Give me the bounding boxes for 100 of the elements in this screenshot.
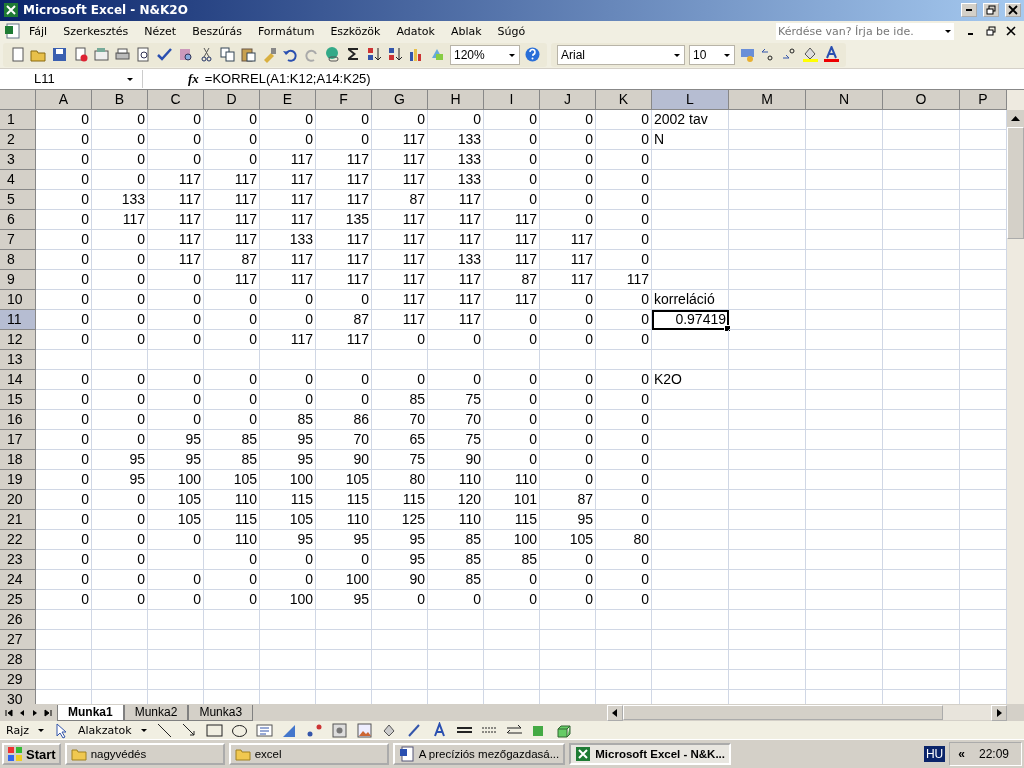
text-box-icon[interactable] xyxy=(255,721,273,739)
column-header[interactable]: L xyxy=(652,89,729,110)
row-header[interactable]: 8 xyxy=(0,249,36,270)
row-header[interactable]: 7 xyxy=(0,229,36,250)
column-header[interactable]: E xyxy=(260,89,316,110)
row-header[interactable]: 20 xyxy=(0,489,36,510)
column-header[interactable]: B xyxy=(92,89,148,110)
row-header[interactable]: 23 xyxy=(0,549,36,570)
line-icon[interactable] xyxy=(155,721,173,739)
row-header[interactable]: 25 xyxy=(0,589,36,610)
paste-icon[interactable] xyxy=(240,46,257,64)
arrow-icon[interactable] xyxy=(180,721,198,739)
close-button[interactable] xyxy=(1005,3,1021,18)
cut-icon[interactable] xyxy=(198,46,215,64)
row-header[interactable]: 1 xyxy=(0,109,36,130)
column-header[interactable]: O xyxy=(883,89,960,110)
close-icon[interactable] xyxy=(1006,26,1016,37)
column-header[interactable]: K xyxy=(596,89,652,110)
scroll-right-icon[interactable] xyxy=(991,704,1007,721)
autoshapes-menu[interactable]: Alakzatok xyxy=(78,723,132,737)
row-header[interactable]: 22 xyxy=(0,529,36,550)
new-file-icon[interactable] xyxy=(9,46,26,64)
menu-item[interactable]: Szerkesztés xyxy=(56,24,136,38)
first-sheet-icon[interactable] xyxy=(4,707,14,718)
menu-item[interactable]: Nézet xyxy=(137,24,184,38)
vertical-scrollbar[interactable] xyxy=(1007,89,1024,705)
taskbar-button[interactable]: A precíziós mezőgazdasá... xyxy=(392,743,566,766)
fill-color-icon[interactable] xyxy=(802,46,819,64)
minimize-button[interactable] xyxy=(961,3,977,18)
column-header[interactable]: A xyxy=(36,89,92,110)
dropdown-arrow-icon[interactable] xyxy=(139,726,148,735)
row-header[interactable]: 26 xyxy=(0,609,36,630)
menu-item[interactable]: Adatok xyxy=(389,24,442,38)
scroll-up-icon[interactable] xyxy=(1007,109,1024,127)
print-preview-icon[interactable] xyxy=(135,46,152,64)
help-search-field[interactable]: Kérdése van? Írja be ide. xyxy=(776,22,954,40)
scroll-left-icon[interactable] xyxy=(607,704,623,721)
column-header[interactable]: H xyxy=(428,89,484,110)
rectangle-icon[interactable] xyxy=(205,721,223,739)
sheet-tab[interactable]: Munka2 xyxy=(123,704,189,721)
row-header[interactable]: 15 xyxy=(0,389,36,410)
dropdown-arrow-icon[interactable] xyxy=(37,726,45,735)
row-header[interactable]: 13 xyxy=(0,349,36,370)
row-header[interactable]: 29 xyxy=(0,669,36,690)
menu-item[interactable]: Formátum xyxy=(250,24,322,38)
column-header[interactable]: M xyxy=(729,89,806,110)
column-header[interactable]: G xyxy=(372,89,428,110)
row-header[interactable]: 24 xyxy=(0,569,36,590)
font-dropdown[interactable]: Arial xyxy=(557,44,685,65)
help-icon[interactable] xyxy=(524,46,541,64)
restore-icon[interactable] xyxy=(986,26,996,37)
row-header[interactable]: 2 xyxy=(0,129,36,150)
horizontal-scrollbar[interactable] xyxy=(607,705,1007,721)
permission-icon[interactable] xyxy=(72,46,89,64)
formula-field[interactable]: =KORREL(A1:K12;A14:K25) xyxy=(204,71,371,87)
column-header[interactable]: N xyxy=(806,89,883,110)
row-header[interactable]: 12 xyxy=(0,329,36,350)
language-indicator[interactable]: HU xyxy=(923,746,946,763)
insert-function-button[interactable]: fx xyxy=(188,70,199,87)
zoom-dropdown[interactable]: 120% xyxy=(450,44,520,65)
row-header[interactable]: 14 xyxy=(0,369,36,390)
row-header[interactable]: 21 xyxy=(0,509,36,530)
restore-button[interactable] xyxy=(983,3,999,18)
copy-icon[interactable] xyxy=(219,46,236,64)
column-header[interactable]: P xyxy=(960,89,1007,110)
row-header[interactable]: 16 xyxy=(0,409,36,430)
column-header[interactable]: C xyxy=(148,89,204,110)
sheet-tab[interactable]: Munka1 xyxy=(57,704,124,721)
name-box[interactable]: L11 xyxy=(0,69,143,88)
taskbar-button[interactable]: nagyvédés xyxy=(64,743,225,766)
research-icon[interactable] xyxy=(177,46,194,64)
menu-item[interactable]: Eszközök xyxy=(323,24,388,38)
taskbar-button[interactable]: Microsoft Excel - N&K... xyxy=(569,743,731,766)
dropdown-arrow-icon[interactable] xyxy=(944,27,952,36)
row-header[interactable]: 17 xyxy=(0,429,36,450)
row-header[interactable]: 4 xyxy=(0,169,36,190)
row-header[interactable]: 18 xyxy=(0,449,36,470)
sheet-tab[interactable]: Munka3 xyxy=(188,704,254,721)
show-hidden-icons-button[interactable]: « xyxy=(958,747,965,762)
currency-icon[interactable] xyxy=(739,46,756,64)
row-header[interactable]: 28 xyxy=(0,649,36,670)
start-button[interactable]: Start xyxy=(2,743,61,766)
column-header[interactable]: J xyxy=(540,89,596,110)
taskbar-button[interactable]: excel xyxy=(228,743,389,766)
menu-item[interactable]: Beszúrás xyxy=(185,24,249,38)
menu-item[interactable]: Súgó xyxy=(490,24,533,38)
row-header[interactable]: 9 xyxy=(0,269,36,290)
scrollbar-thumb[interactable] xyxy=(623,705,943,721)
row-header[interactable]: 27 xyxy=(0,629,36,650)
row-header[interactable]: 6 xyxy=(0,209,36,230)
font-size-dropdown[interactable]: 10 xyxy=(689,44,735,65)
row-header[interactable]: 3 xyxy=(0,149,36,170)
last-sheet-icon[interactable] xyxy=(43,707,53,718)
hyperlink-icon[interactable] xyxy=(324,46,341,64)
font-color-icon[interactable] xyxy=(823,46,840,64)
column-header[interactable]: D xyxy=(204,89,260,110)
menu-item[interactable]: Fájl xyxy=(22,24,55,38)
row-header[interactable]: 11 xyxy=(0,309,36,330)
scrollbar-thumb[interactable] xyxy=(1007,126,1024,239)
image-icon[interactable] xyxy=(355,721,373,739)
